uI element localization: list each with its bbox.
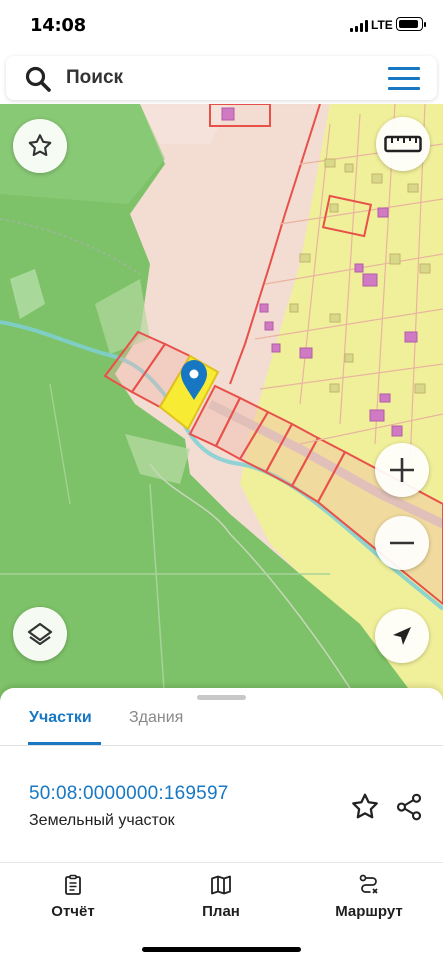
nav-plan[interactable]: План	[166, 873, 276, 920]
home-indicator	[142, 947, 301, 952]
report-icon	[65, 874, 81, 895]
map-canvas[interactable]	[0, 104, 443, 704]
map-plan-icon	[211, 875, 231, 895]
nav-route[interactable]: Маршрут	[314, 873, 424, 920]
favorite-map-button[interactable]	[13, 119, 67, 173]
navigation-arrow-icon	[393, 627, 411, 645]
sheet-drag-handle[interactable]	[197, 695, 246, 700]
search-input[interactable]: Поиск	[66, 67, 123, 89]
locate-me-button[interactable]	[375, 609, 429, 663]
nav-plan-label: План	[202, 903, 240, 920]
tabs-divider	[0, 745, 443, 746]
nav-report[interactable]: Отчёт	[18, 873, 128, 920]
tab-buildings[interactable]: Здания	[129, 709, 183, 727]
parcel-type-label: Земельный участок	[29, 812, 175, 829]
zoom-in-button[interactable]	[375, 443, 429, 497]
status-bar: 14:08 LTE	[0, 0, 443, 52]
ruler-icon	[384, 135, 422, 153]
battery-icon	[396, 17, 426, 31]
bottom-navigation: Отчёт План Маршрут	[0, 862, 443, 960]
zoom-out-button[interactable]	[375, 516, 429, 570]
layers-icon	[27, 622, 53, 646]
parcel-info-sheet[interactable]: Участки Здания 50:08:0000000:169597 Земе…	[0, 688, 443, 866]
favorite-star-icon[interactable]	[349, 791, 381, 823]
nav-route-label: Маршрут	[335, 903, 403, 920]
cadastral-map[interactable]	[0, 104, 443, 704]
search-bar[interactable]: Поиск	[6, 56, 437, 100]
share-icon[interactable]	[394, 791, 424, 823]
route-icon	[359, 874, 378, 894]
tab-parcels[interactable]: Участки	[29, 709, 92, 727]
ruler-button[interactable]	[376, 117, 430, 171]
minus-icon	[390, 541, 414, 545]
search-icon	[25, 66, 51, 92]
cadastral-number-link[interactable]: 50:08:0000000:169597	[29, 783, 228, 805]
status-time: 14:08	[30, 15, 86, 36]
network-type: LTE	[371, 18, 393, 32]
signal-icon	[350, 20, 368, 32]
nav-report-label: Отчёт	[51, 903, 95, 920]
layers-button[interactable]	[13, 607, 67, 661]
plus-icon	[390, 458, 414, 482]
hamburger-menu-icon[interactable]	[388, 67, 420, 91]
star-icon	[28, 134, 52, 157]
